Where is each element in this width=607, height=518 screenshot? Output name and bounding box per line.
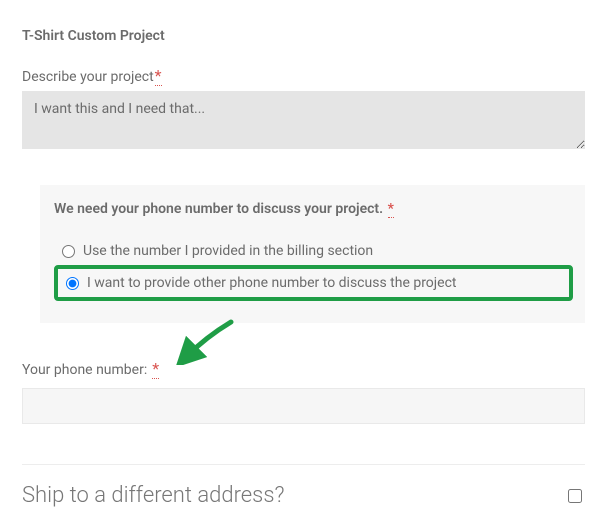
ship-checkbox[interactable] (568, 489, 582, 503)
describe-label: Describe your project (22, 69, 154, 85)
radio-use-billing[interactable] (62, 245, 75, 258)
radio-provide-other[interactable] (66, 277, 79, 290)
section-title: T-Shirt Custom Project (22, 28, 585, 44)
radio-label-provide-other: I want to provide other phone number to … (87, 275, 456, 291)
required-asterisk: * (155, 66, 162, 86)
required-asterisk: * (388, 201, 394, 218)
radio-option-use-billing[interactable]: Use the number I provided in the billing… (54, 239, 573, 263)
describe-textarea[interactable] (22, 91, 585, 149)
required-asterisk: * (152, 359, 159, 379)
radio-option-provide-other[interactable]: I want to provide other phone number to … (62, 273, 565, 293)
phone-section: We need your phone number to discuss you… (40, 185, 585, 323)
highlighted-option-box: I want to provide other phone number to … (54, 265, 573, 301)
phone-label: Your phone number: (22, 362, 147, 378)
ship-label: Ship to a different address? (22, 483, 284, 508)
divider (22, 464, 585, 465)
phone-section-title: We need your phone number to discuss you… (54, 201, 383, 217)
radio-label-use-billing: Use the number I provided in the billing… (83, 243, 373, 259)
ship-different-address-row[interactable]: Ship to a different address? (22, 483, 585, 508)
phone-input[interactable] (22, 388, 585, 424)
